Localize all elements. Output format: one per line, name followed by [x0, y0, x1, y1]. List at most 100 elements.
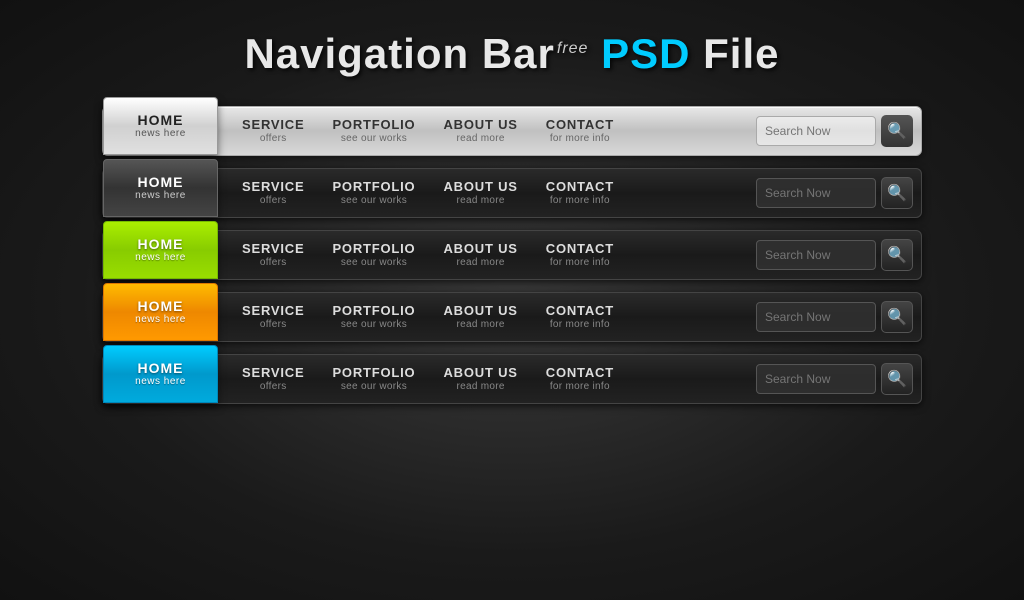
portfolio-sub-3: see our works [341, 257, 407, 269]
search-input-2[interactable] [756, 178, 876, 208]
nav-item-service-3[interactable]: SERVICE offers [228, 231, 318, 279]
home-tab-4-label: HOME [138, 298, 184, 315]
about-label-5: ABOUT US [443, 365, 517, 382]
home-tab-1-label: HOME [138, 112, 184, 129]
contact-sub-2: for more info [550, 195, 610, 207]
about-label-2: ABOUT US [443, 179, 517, 196]
nav-item-contact-1[interactable]: CONTACT for more info [532, 107, 628, 155]
portfolio-sub-5: see our works [341, 381, 407, 393]
nav-items-5: SERVICE offers PORTFOLIO see our works A… [228, 355, 756, 403]
home-tab-1[interactable]: HOME news here [103, 97, 218, 155]
nav-items-4: SERVICE offers PORTFOLIO see our works A… [228, 293, 756, 341]
service-sub-3: offers [260, 257, 287, 269]
home-tab-2-label: HOME [138, 174, 184, 191]
contact-sub-5: for more info [550, 381, 610, 393]
portfolio-sub-1: see our works [341, 133, 407, 145]
portfolio-sub-2: see our works [341, 195, 407, 207]
free-label: free [557, 40, 589, 57]
home-tab-5-sublabel: news here [135, 376, 186, 388]
nav-item-about-5[interactable]: ABOUT US read more [429, 355, 531, 403]
service-label-2: SERVICE [242, 179, 304, 196]
contact-sub-4: for more info [550, 319, 610, 331]
navbar-5: HOME news here SERVICE offers PORTFOLIO … [102, 354, 922, 404]
home-tab-4-sublabel: news here [135, 314, 186, 326]
home-tab-3-sublabel: news here [135, 252, 186, 264]
home-tab-3-label: HOME [138, 236, 184, 253]
nav-item-portfolio-4[interactable]: PORTFOLIO see our works [318, 293, 429, 341]
search-input-3[interactable] [756, 240, 876, 270]
search-button-3[interactable]: 🔍 [881, 239, 913, 271]
contact-label-4: CONTACT [546, 303, 614, 320]
search-button-2[interactable]: 🔍 [881, 177, 913, 209]
home-tab-5-label: HOME [138, 360, 184, 377]
home-tab-5[interactable]: HOME news here [103, 345, 218, 403]
service-sub-2: offers [260, 195, 287, 207]
search-input-4[interactable] [756, 302, 876, 332]
portfolio-label-1: PORTFOLIO [332, 117, 415, 134]
home-tab-2-sublabel: news here [135, 190, 186, 202]
about-sub-1: read more [456, 133, 504, 145]
nav-item-contact-4[interactable]: CONTACT for more info [532, 293, 628, 341]
about-label-4: ABOUT US [443, 303, 517, 320]
contact-label-1: CONTACT [546, 117, 614, 134]
nav-item-contact-5[interactable]: CONTACT for more info [532, 355, 628, 403]
search-area-2: 🔍 [756, 177, 921, 209]
search-area-3: 🔍 [756, 239, 921, 271]
about-sub-3: read more [456, 257, 504, 269]
contact-sub-1: for more info [550, 133, 610, 145]
contact-label-2: CONTACT [546, 179, 614, 196]
nav-item-portfolio-3[interactable]: PORTFOLIO see our works [318, 231, 429, 279]
portfolio-label-4: PORTFOLIO [332, 303, 415, 320]
home-tab-2[interactable]: HOME news here [103, 159, 218, 217]
navbar-1: HOME news here SERVICE offers PORTFOLIO … [102, 106, 922, 156]
search-button-5[interactable]: 🔍 [881, 363, 913, 395]
service-label-1: SERVICE [242, 117, 304, 134]
psd-label: PSD [601, 30, 690, 77]
search-area-4: 🔍 [756, 301, 921, 333]
search-button-1[interactable]: 🔍 [881, 115, 913, 147]
search-input-5[interactable] [756, 364, 876, 394]
portfolio-label-5: PORTFOLIO [332, 365, 415, 382]
about-sub-2: read more [456, 195, 504, 207]
nav-item-contact-3[interactable]: CONTACT for more info [532, 231, 628, 279]
service-sub-1: offers [260, 133, 287, 145]
nav-item-service-2[interactable]: SERVICE offers [228, 169, 318, 217]
search-input-1[interactable] [756, 116, 876, 146]
navbar-3: HOME news here SERVICE offers PORTFOLIO … [102, 230, 922, 280]
nav-item-about-1[interactable]: ABOUT US read more [429, 107, 531, 155]
about-label-3: ABOUT US [443, 241, 517, 258]
portfolio-label-2: PORTFOLIO [332, 179, 415, 196]
nav-item-service-4[interactable]: SERVICE offers [228, 293, 318, 341]
service-label-5: SERVICE [242, 365, 304, 382]
nav-item-service-5[interactable]: SERVICE offers [228, 355, 318, 403]
nav-item-about-4[interactable]: ABOUT US read more [429, 293, 531, 341]
nav-item-contact-2[interactable]: CONTACT for more info [532, 169, 628, 217]
nav-items-1: SERVICE offers PORTFOLIO see our works A… [228, 107, 756, 155]
nav-item-portfolio-1[interactable]: PORTFOLIO see our works [318, 107, 429, 155]
nav-items-2: SERVICE offers PORTFOLIO see our works A… [228, 169, 756, 217]
service-sub-5: offers [260, 381, 287, 393]
navbars-container: HOME news here SERVICE offers PORTFOLIO … [102, 106, 922, 404]
home-tab-4[interactable]: HOME news here [103, 283, 218, 341]
search-area-5: 🔍 [756, 363, 921, 395]
about-label-1: ABOUT US [443, 117, 517, 134]
portfolio-label-3: PORTFOLIO [332, 241, 415, 258]
navbar-2: HOME news here SERVICE offers PORTFOLIO … [102, 168, 922, 218]
title-part1: Navigation Bar [244, 30, 554, 77]
nav-items-3: SERVICE offers PORTFOLIO see our works A… [228, 231, 756, 279]
service-label-3: SERVICE [242, 241, 304, 258]
navbar-4: HOME news here SERVICE offers PORTFOLIO … [102, 292, 922, 342]
title-part2: File [703, 30, 779, 77]
nav-item-portfolio-5[interactable]: PORTFOLIO see our works [318, 355, 429, 403]
contact-sub-3: for more info [550, 257, 610, 269]
nav-item-portfolio-2[interactable]: PORTFOLIO see our works [318, 169, 429, 217]
nav-item-about-2[interactable]: ABOUT US read more [429, 169, 531, 217]
service-sub-4: offers [260, 319, 287, 331]
search-area-1: 🔍 [756, 115, 921, 147]
about-sub-4: read more [456, 319, 504, 331]
nav-item-service-1[interactable]: SERVICE offers [228, 107, 318, 155]
search-button-4[interactable]: 🔍 [881, 301, 913, 333]
nav-item-about-3[interactable]: ABOUT US read more [429, 231, 531, 279]
service-label-4: SERVICE [242, 303, 304, 320]
home-tab-3[interactable]: HOME news here [103, 221, 218, 279]
